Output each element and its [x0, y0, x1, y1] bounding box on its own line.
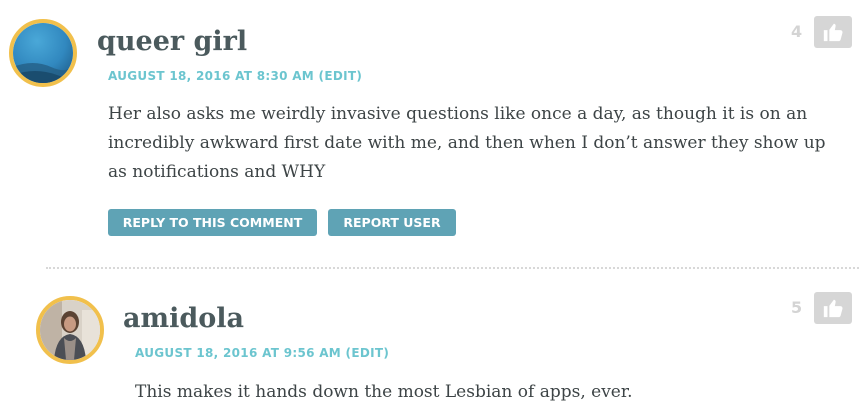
comment-date[interactable]: AUGUST 18, 2016 AT 9:56 AM: [135, 346, 341, 360]
comment-meta: AUGUST 18, 2016 AT 9:56 AM (EDIT): [135, 347, 389, 359]
avatar[interactable]: [36, 296, 104, 364]
comment-body: This makes it hands down the most Lesbia…: [135, 378, 835, 407]
like-button[interactable]: [814, 292, 852, 324]
edit-link[interactable]: (EDIT): [346, 346, 390, 360]
comment-text-line: This makes it hands down the most Lesbia…: [135, 382, 633, 402]
comment-author[interactable]: amidola: [123, 305, 244, 332]
comment: amidola AUGUST 18, 2016 AT 9:56 AM (EDIT…: [0, 0, 859, 416]
like-count: 5: [791, 298, 803, 317]
avatar-image: [40, 300, 100, 360]
comments-section: queer girl AUGUST 18, 2016 AT 8:30 AM (E…: [0, 0, 859, 416]
thumbs-up-icon: [823, 299, 843, 318]
